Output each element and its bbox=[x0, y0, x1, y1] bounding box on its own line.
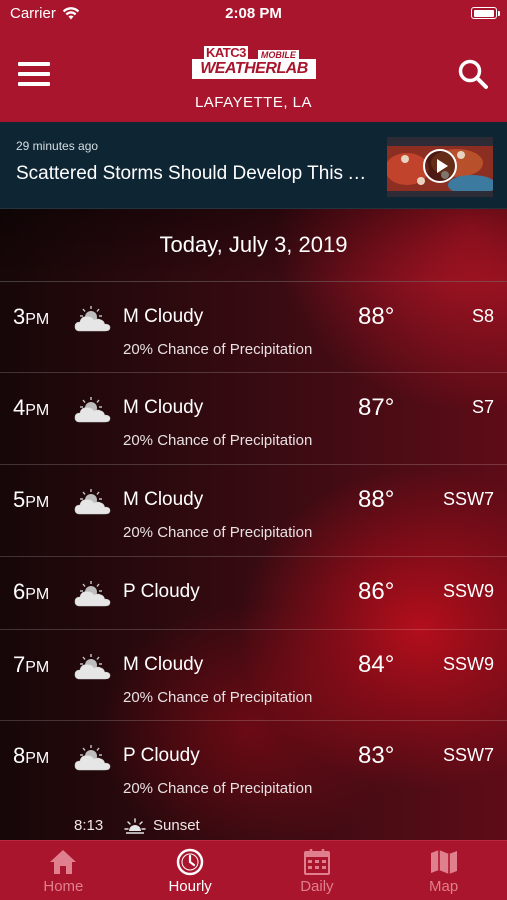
hourly-row[interactable]: 7PM M Cloudy 20% Chance of Precipitation 84… bbox=[0, 630, 507, 721]
wifi-icon bbox=[62, 6, 80, 19]
wind-label: SSW9 bbox=[442, 654, 494, 674]
temperature-label: 83° bbox=[358, 742, 395, 769]
battery-icon bbox=[471, 7, 500, 19]
wind-label: SSW7 bbox=[442, 745, 494, 765]
hour-label: 7PM bbox=[13, 652, 49, 678]
home-icon bbox=[48, 847, 78, 877]
hour-ampm: PM bbox=[25, 494, 50, 511]
news-title: Scattered Storms Should Develop This Aft… bbox=[16, 163, 376, 184]
precip-label: 20% Chance of Precipitation bbox=[123, 341, 313, 358]
hourly-row[interactable]: 4PM M Cloudy 20% Chance of Precipitation 87… bbox=[0, 373, 507, 465]
sunset-row: 8:13 Sunset bbox=[0, 811, 507, 840]
partly-cloudy-icon bbox=[74, 395, 112, 425]
hour-number: 3 bbox=[13, 304, 26, 329]
hamburger-menu-icon[interactable] bbox=[18, 62, 50, 86]
partly-cloudy-icon bbox=[74, 579, 112, 609]
carrier-label: Carrier bbox=[10, 4, 56, 22]
tab-home[interactable]: Home bbox=[0, 841, 127, 900]
wind-label: S8 bbox=[471, 306, 494, 326]
clock-icon bbox=[175, 847, 205, 877]
partly-cloudy-icon bbox=[74, 487, 112, 517]
logo-weatherlab: WEATHERLAB bbox=[192, 59, 316, 79]
news-age: 29 minutes ago bbox=[16, 139, 99, 153]
condition-label: M Cloudy bbox=[123, 306, 204, 327]
hour-label: 8PM bbox=[13, 743, 49, 769]
condition-label: M Cloudy bbox=[123, 397, 204, 418]
precip-label: 20% Chance of Precipitation bbox=[123, 432, 313, 449]
wind-label: SSW9 bbox=[442, 581, 494, 601]
sunset-icon bbox=[124, 818, 146, 834]
temperature-label: 88° bbox=[358, 486, 395, 513]
hour-label: 4PM bbox=[13, 395, 49, 421]
condition-label: M Cloudy bbox=[123, 654, 204, 675]
hour-ampm: PM bbox=[25, 586, 50, 603]
temperature-label: 88° bbox=[358, 303, 395, 330]
sunset-label: Sunset bbox=[153, 817, 200, 834]
wind-label: S7 bbox=[471, 397, 494, 417]
news-headline-card[interactable]: 29 minutes ago Scattered Storms Should D… bbox=[0, 122, 507, 209]
battery-level bbox=[473, 9, 494, 17]
hourly-row[interactable]: 3PM M Cloudy 20% Chance of Precipitation 88… bbox=[0, 282, 507, 373]
hour-number: 4 bbox=[13, 395, 26, 420]
hour-number: 5 bbox=[13, 487, 26, 512]
hour-ampm: PM bbox=[25, 750, 50, 767]
hour-ampm: PM bbox=[25, 402, 50, 419]
play-icon[interactable] bbox=[423, 149, 457, 183]
hour-ampm: PM bbox=[25, 311, 50, 328]
hour-ampm: PM bbox=[25, 659, 50, 676]
news-video-thumbnail[interactable] bbox=[387, 137, 493, 197]
partly-cloudy-icon bbox=[74, 652, 112, 682]
hourly-row[interactable]: 5PM M Cloudy 20% Chance of Precipitation 88… bbox=[0, 465, 507, 557]
sunset-time: 8:13 bbox=[74, 817, 104, 834]
tab-label: Hourly bbox=[168, 878, 212, 895]
temperature-label: 86° bbox=[358, 578, 395, 605]
precip-label: 20% Chance of Precipitation bbox=[123, 689, 313, 706]
hour-label: 3PM bbox=[13, 304, 49, 330]
tab-label: Home bbox=[43, 878, 84, 895]
search-icon[interactable] bbox=[457, 58, 489, 90]
precip-label: 20% Chance of Precipitation bbox=[123, 780, 313, 797]
bottom-tab-bar: Home Hourly Daily Map bbox=[0, 840, 507, 900]
partly-cloudy-icon bbox=[74, 743, 112, 773]
tab-hourly[interactable]: Hourly bbox=[127, 841, 254, 900]
hourly-row[interactable]: 6PM P Cloudy 86° SSW9 bbox=[0, 557, 507, 630]
hourly-row[interactable]: 8PM P Cloudy 20% Chance of Precipitation 83… bbox=[0, 721, 507, 820]
tab-daily[interactable]: Daily bbox=[254, 841, 381, 900]
condition-label: M Cloudy bbox=[123, 489, 204, 510]
logo-katc: KATC3 bbox=[204, 45, 248, 60]
condition-label: P Cloudy bbox=[123, 745, 200, 766]
hour-label: 5PM bbox=[13, 487, 49, 513]
wind-label: SSW7 bbox=[442, 489, 494, 509]
tab-label: Map bbox=[429, 878, 459, 895]
status-bar: Carrier 2:08 PM bbox=[0, 0, 507, 26]
tab-map[interactable]: Map bbox=[380, 841, 507, 900]
status-left: Carrier bbox=[10, 5, 80, 22]
tab-label: Daily bbox=[300, 878, 334, 895]
temperature-label: 87° bbox=[358, 394, 395, 421]
hour-label: 6PM bbox=[13, 579, 49, 605]
temperature-label: 84° bbox=[358, 651, 395, 678]
app-header: KATC3 MOBILE WEATHERLAB LAFAYETTE, LA bbox=[0, 26, 507, 122]
hour-number: 8 bbox=[13, 743, 26, 768]
katc-weatherlab-logo: KATC3 MOBILE WEATHERLAB bbox=[192, 46, 316, 82]
precip-label: 20% Chance of Precipitation bbox=[123, 524, 313, 541]
forecast-date: Today, July 3, 2019 bbox=[0, 209, 507, 282]
hour-number: 7 bbox=[13, 652, 26, 677]
map-icon bbox=[429, 847, 459, 877]
condition-label: P Cloudy bbox=[123, 581, 200, 602]
hour-number: 6 bbox=[13, 579, 26, 604]
calendar-icon bbox=[302, 847, 332, 877]
location-label[interactable]: LAFAYETTE, LA bbox=[0, 94, 507, 111]
hourly-forecast-list[interactable]: Today, July 3, 2019 3PM M Cloudy 20% Chanc… bbox=[0, 209, 507, 840]
partly-cloudy-icon bbox=[74, 304, 112, 334]
